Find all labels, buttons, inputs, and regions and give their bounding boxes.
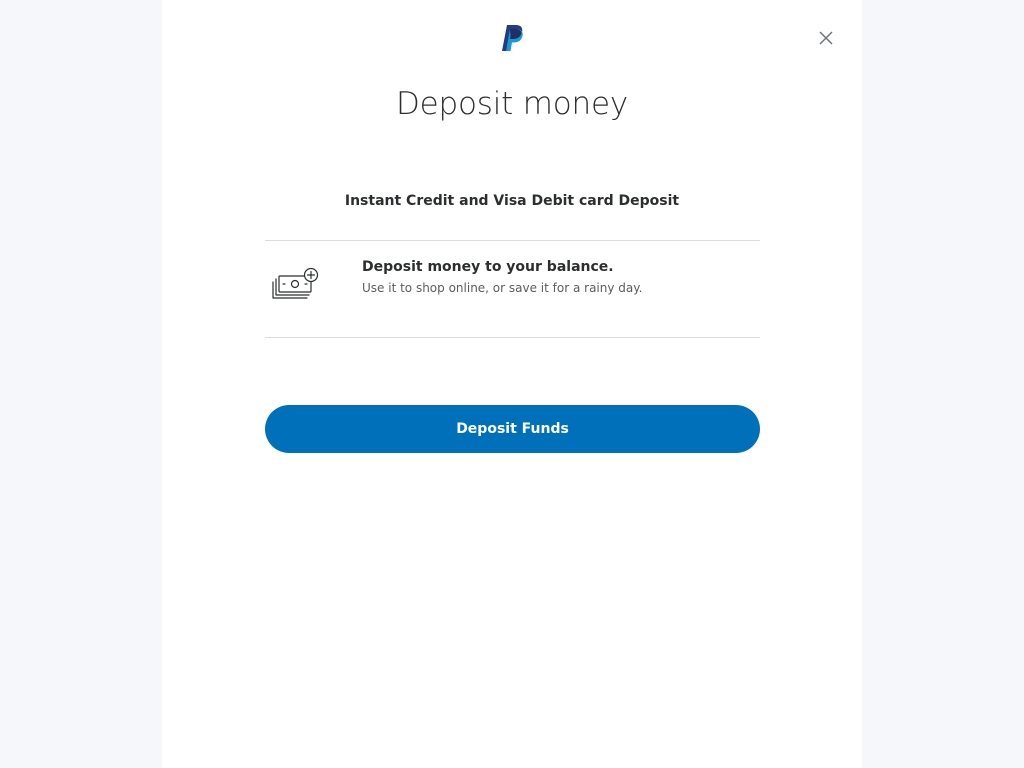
deposit-funds-button[interactable]: Deposit Funds <box>265 405 760 453</box>
option-title: Deposit money to your balance. <box>362 259 614 275</box>
deposit-modal: Deposit money Instant Credit and Visa De… <box>162 0 862 768</box>
close-icon[interactable] <box>817 29 835 47</box>
option-description: Use it to shop online, or save it for a … <box>362 281 643 295</box>
cash-plus-icon <box>272 268 319 299</box>
section-heading: Instant Credit and Visa Debit card Depos… <box>344 193 680 209</box>
page-title: Deposit money <box>396 86 628 122</box>
paypal-logo-icon <box>502 25 523 51</box>
deposit-balance-option[interactable]: Deposit money to your balance. Use it to… <box>265 240 760 338</box>
